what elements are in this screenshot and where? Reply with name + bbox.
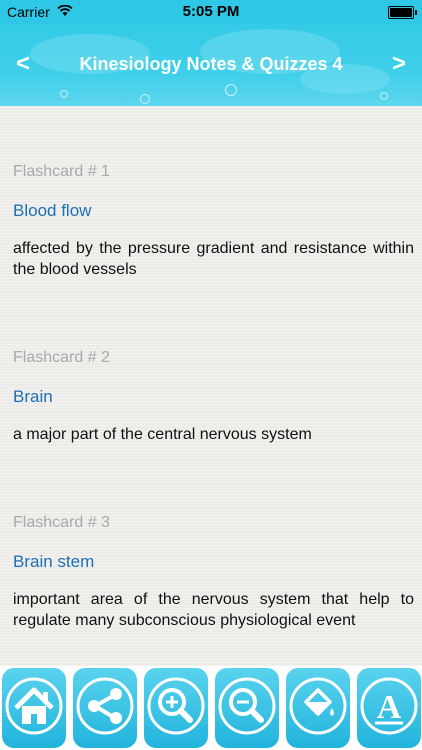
font-size-button[interactable]: A: [357, 668, 421, 748]
flashcard-term: Brain stem: [13, 552, 95, 571]
flashcard-definition: a major part of the central nervous syst…: [13, 426, 312, 443]
flashcard-1: Flashcard # 1 Blood flow affected by the…: [13, 163, 414, 280]
paint-bucket-icon: [289, 677, 347, 735]
flashcard-definition: important area of the nervous system tha…: [13, 591, 414, 629]
flashcard-term: Brain: [13, 387, 53, 406]
bubble-decoration: [140, 94, 150, 104]
theme-button[interactable]: [286, 668, 350, 748]
header-bar: < Kinesiology Notes & Quizzes 4 >: [0, 24, 422, 106]
flashcard-list[interactable]: Flashcard # 1 Blood flow affected by the…: [0, 106, 422, 666]
zoom-out-button[interactable]: [215, 668, 279, 748]
home-button[interactable]: [2, 668, 66, 748]
zoom-in-button[interactable]: [144, 668, 208, 748]
status-bar: Carrier 5:05 PM: [0, 0, 422, 24]
bubble-decoration: [380, 92, 388, 100]
clock: 5:05 PM: [182, 3, 240, 20]
flashcard-3: Flashcard # 3 Brain stem important area …: [13, 514, 414, 631]
svg-text:A: A: [377, 689, 402, 726]
bubble-decoration: [60, 90, 68, 98]
share-icon: [76, 677, 134, 735]
home-icon: [5, 677, 63, 735]
zoom-out-icon: [218, 677, 276, 735]
page-title: Kinesiology Notes & Quizzes 4: [79, 54, 343, 74]
bubble-decoration: [225, 84, 237, 96]
flashcard-label: Flashcard # 1: [13, 163, 110, 180]
forward-button[interactable]: >: [384, 49, 414, 79]
flashcard-label: Flashcard # 3: [13, 514, 110, 531]
font-icon: A: [360, 677, 418, 735]
battery-icon: [388, 6, 417, 19]
flashcard-2: Flashcard # 2 Brain a major part of the …: [13, 349, 414, 445]
flashcard-definition: affected by the pressure gradient and re…: [13, 240, 414, 278]
zoom-in-icon: [147, 677, 205, 735]
share-button[interactable]: [73, 668, 137, 748]
bottom-toolbar: A: [0, 666, 422, 750]
flashcard-term: Blood flow: [13, 201, 92, 220]
flashcard-label: Flashcard # 2: [13, 349, 110, 366]
